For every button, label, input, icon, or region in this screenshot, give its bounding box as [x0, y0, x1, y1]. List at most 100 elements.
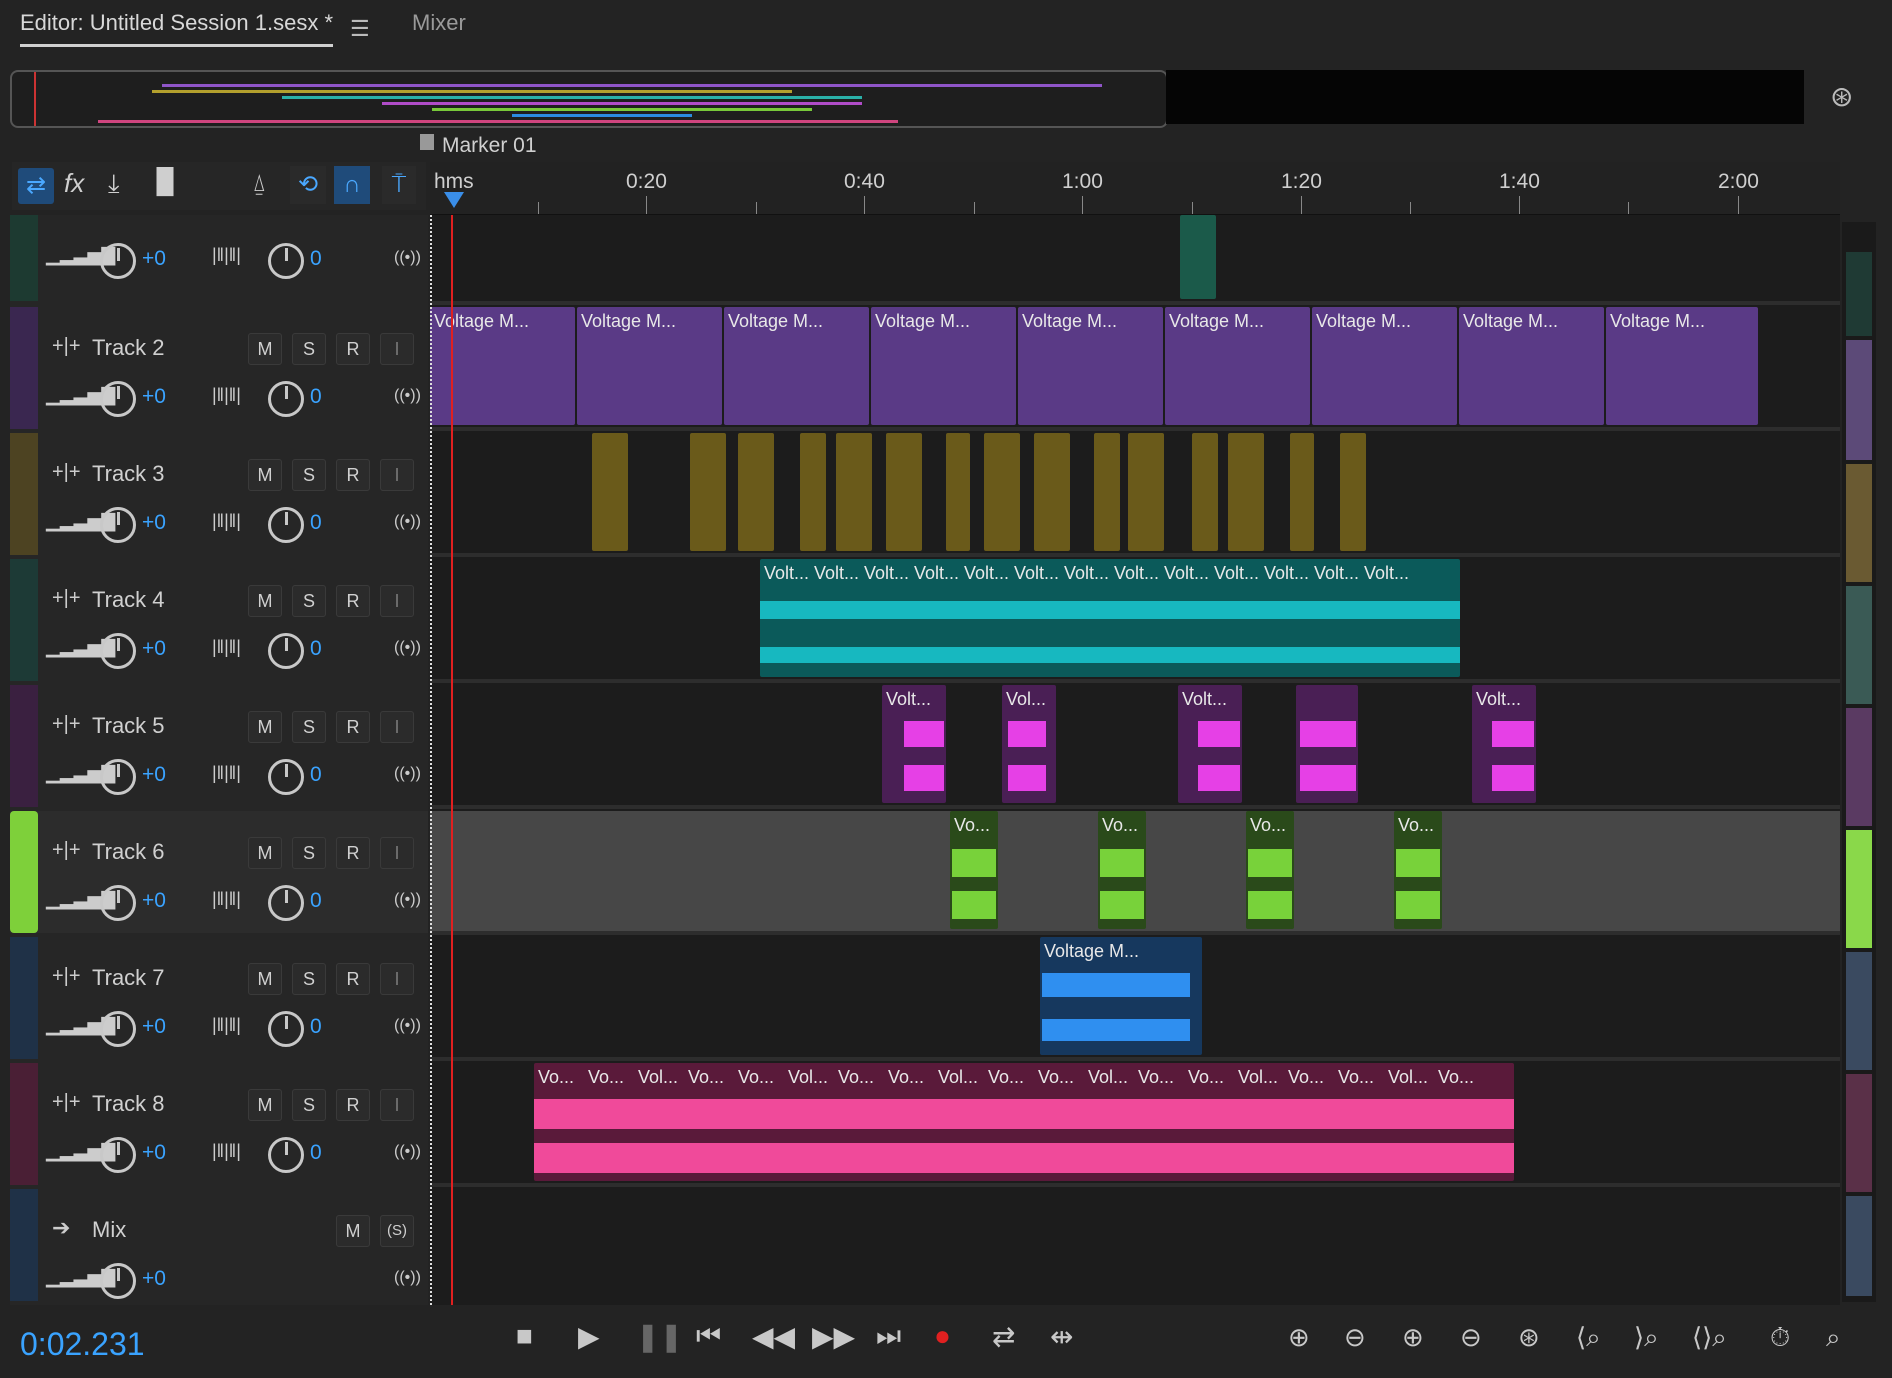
- audio-clip[interactable]: [1340, 433, 1366, 551]
- audio-clip[interactable]: [886, 433, 922, 551]
- volume-value[interactable]: +0: [142, 1267, 166, 1291]
- audio-clip[interactable]: Vo...: [950, 811, 998, 929]
- track-name[interactable]: Track 6: [92, 839, 165, 865]
- audio-clip[interactable]: Voltage M...: [871, 307, 1016, 425]
- mute-button[interactable]: M: [248, 837, 282, 869]
- output-icon[interactable]: ((•)): [394, 513, 421, 531]
- effects-icon[interactable]: fx: [64, 168, 84, 199]
- lane-track-5[interactable]: Volt... Vol... Volt... Volt...: [430, 685, 1840, 809]
- pan-value[interactable]: 0: [310, 1141, 322, 1165]
- volume-knob[interactable]: [100, 507, 136, 543]
- output-icon[interactable]: ((•)): [394, 1269, 421, 1287]
- lane-mix[interactable]: [430, 1189, 1840, 1301]
- lane-track-4[interactable]: Volt... Volt... Volt... Volt... Volt... …: [430, 559, 1840, 683]
- output-icon[interactable]: ((•)): [394, 249, 421, 267]
- audio-clip[interactable]: [1034, 433, 1070, 551]
- mute-button[interactable]: M: [248, 585, 282, 617]
- skip-forward-button[interactable]: ⏭: [876, 1320, 901, 1353]
- zoom-in-time-icon[interactable]: ⊕: [1402, 1322, 1424, 1353]
- timecode-display[interactable]: 0:02.231: [20, 1326, 145, 1363]
- track-name[interactable]: Track 2: [92, 335, 165, 361]
- track-header-2[interactable]: +|+ Track 2 M S R I ▁▂▃▅▇ +0 |‖|‖| 0 ((•…: [10, 307, 428, 429]
- input-monitor-button[interactable]: I: [380, 585, 414, 617]
- zoom-out-time-icon[interactable]: ⊖: [1460, 1322, 1482, 1353]
- solo-button[interactable]: S: [292, 459, 326, 491]
- mix-solo-button[interactable]: (S): [380, 1215, 414, 1247]
- output-icon[interactable]: ((•)): [394, 1143, 421, 1161]
- audio-clip[interactable]: Vo...: [1098, 811, 1146, 929]
- audio-clip[interactable]: Voltage M...: [1018, 307, 1163, 425]
- zoom-in-point-icon[interactable]: ⟨⌕: [1576, 1322, 1601, 1354]
- zoom-out-full-icon[interactable]: ⊛: [1518, 1322, 1540, 1353]
- inputs-outputs-icon[interactable]: ⇄: [18, 168, 54, 204]
- pan-value[interactable]: 0: [310, 247, 322, 271]
- solo-button[interactable]: S: [292, 837, 326, 869]
- mix-mute-button[interactable]: M: [336, 1215, 370, 1247]
- playhead-handle[interactable]: [444, 192, 464, 208]
- volume-knob[interactable]: [100, 1011, 136, 1047]
- record-arm-button[interactable]: R: [336, 963, 370, 995]
- menu-icon[interactable]: ☰: [350, 16, 370, 42]
- pan-value[interactable]: 0: [310, 637, 322, 661]
- audio-clip[interactable]: [690, 433, 726, 551]
- volume-knob[interactable]: [100, 633, 136, 669]
- volume-value[interactable]: +0: [142, 385, 166, 409]
- audio-clip[interactable]: Volt... Volt... Volt... Volt... Volt... …: [760, 559, 1460, 677]
- pan-knob[interactable]: [268, 1137, 304, 1173]
- output-icon[interactable]: ((•)): [394, 1017, 421, 1035]
- output-icon[interactable]: ((•)): [394, 387, 421, 405]
- marker-snap-icon[interactable]: ⍑: [382, 166, 416, 204]
- lane-track-6[interactable]: Vo... Vo... Vo... Vo...: [430, 811, 1840, 935]
- volume-knob[interactable]: [100, 1137, 136, 1173]
- zoom-in-amplitude-icon[interactable]: ⊕: [1288, 1322, 1310, 1353]
- audio-clip[interactable]: Voltage M...: [1040, 937, 1202, 1055]
- audio-clip[interactable]: [1094, 433, 1120, 551]
- fast-forward-button[interactable]: ▶▶: [812, 1320, 855, 1353]
- rewind-button[interactable]: ◀◀: [752, 1320, 795, 1353]
- playhead[interactable]: [451, 215, 453, 1305]
- pan-value[interactable]: 0: [310, 763, 322, 787]
- lane-track-3[interactable]: [430, 433, 1840, 557]
- time-ruler[interactable]: hms 0:20 0:40 1:00 1:20 1:40 2:00: [430, 162, 1840, 215]
- lane-track-2[interactable]: Voltage M... Voltage M... Voltage M... V…: [430, 307, 1840, 431]
- snap-icon[interactable]: ⟲: [290, 166, 326, 204]
- audio-clip[interactable]: Vo...: [1246, 811, 1294, 929]
- audio-clip[interactable]: Vo... Vo... Vol... Vo... Vo... Vol... Vo…: [534, 1063, 1514, 1181]
- record-arm-button[interactable]: R: [336, 333, 370, 365]
- pan-value[interactable]: 0: [310, 511, 322, 535]
- audio-clip[interactable]: [1180, 215, 1216, 299]
- track-name[interactable]: Track 4: [92, 587, 165, 613]
- sends-icon[interactable]: ⤓: [108, 168, 120, 200]
- audio-clip[interactable]: Voltage M...: [1165, 307, 1310, 425]
- audio-clip[interactable]: [1296, 685, 1358, 803]
- stop-button[interactable]: ■: [516, 1320, 533, 1352]
- input-monitor-button[interactable]: I: [380, 459, 414, 491]
- audio-clip[interactable]: [800, 433, 826, 551]
- track-header-7[interactable]: +|+ Track 7 M S R I ▁▂▃▅▇ +0 |‖|‖| 0 ((•…: [10, 937, 428, 1059]
- record-arm-button[interactable]: R: [336, 837, 370, 869]
- play-button[interactable]: ▶: [578, 1320, 600, 1353]
- audio-clip[interactable]: [984, 433, 1020, 551]
- zoom-reset-icon[interactable]: ⏱: [1770, 1322, 1790, 1354]
- output-icon[interactable]: ((•)): [394, 765, 421, 783]
- volume-value[interactable]: +0: [142, 1015, 166, 1039]
- audio-clip[interactable]: Volt...: [882, 685, 946, 803]
- lane-track-8[interactable]: Vo... Vo... Vol... Vo... Vo... Vol... Vo…: [430, 1063, 1840, 1187]
- record-arm-button[interactable]: R: [336, 459, 370, 491]
- mute-button[interactable]: M: [248, 333, 282, 365]
- volume-knob[interactable]: [100, 759, 136, 795]
- lane-track-7[interactable]: Voltage M...: [430, 937, 1840, 1061]
- record-arm-button[interactable]: R: [336, 1089, 370, 1121]
- metronome-icon[interactable]: ⍙: [252, 170, 266, 198]
- solo-button[interactable]: S: [292, 333, 326, 365]
- skip-selection-button[interactable]: ⇹: [1050, 1320, 1073, 1353]
- pan-knob[interactable]: [268, 243, 304, 279]
- pan-value[interactable]: 0: [310, 1015, 322, 1039]
- audio-clip[interactable]: [738, 433, 774, 551]
- input-monitor-button[interactable]: I: [380, 333, 414, 365]
- track-name[interactable]: Track 7: [92, 965, 165, 991]
- marker-flag-icon[interactable]: [420, 134, 434, 150]
- skip-back-button[interactable]: ⏮: [696, 1320, 721, 1353]
- pan-knob[interactable]: [268, 1011, 304, 1047]
- audio-clip[interactable]: [836, 433, 872, 551]
